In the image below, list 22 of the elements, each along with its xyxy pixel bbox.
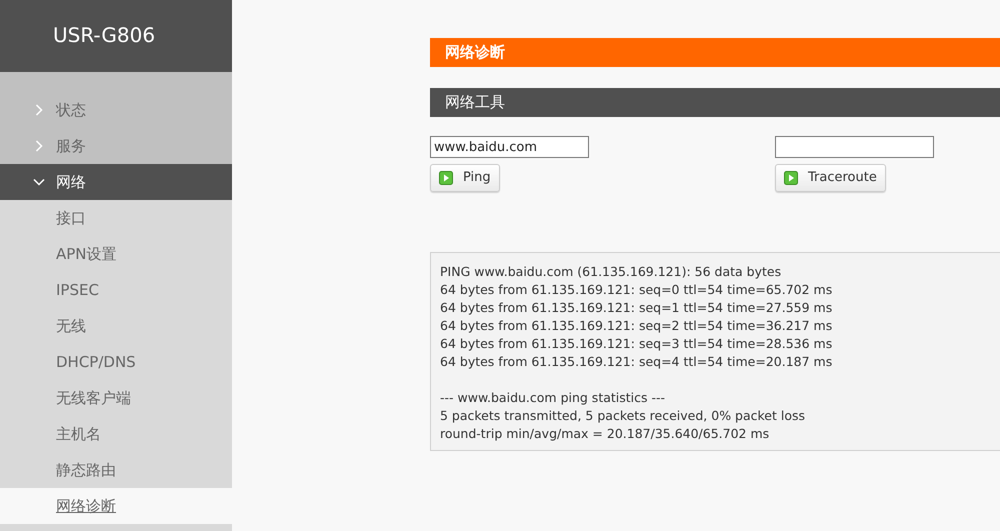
section-title: 网络工具: [445, 92, 505, 114]
play-icon: [784, 171, 798, 185]
traceroute-button[interactable]: Traceroute: [775, 164, 886, 192]
output-line: round-trip min/avg/max = 20.187/35.640/65.702 ms: [440, 425, 770, 443]
output-line: PING www.baidu.com (61.135.169.121): 56 data bytes: [440, 263, 782, 281]
menu-item[interactable]: 服务: [0, 128, 232, 164]
output-line: 64 bytes from 61.135.169.121: seq=4 ttl=54 time=20.187 ms: [440, 353, 832, 371]
output-line: 64 bytes from 61.135.169.121: seq=3 ttl=54 time=28.536 ms: [440, 335, 832, 353]
page-title: 网络诊断: [445, 42, 505, 64]
play-icon: [439, 171, 453, 185]
brand-title: USR-G806: [53, 22, 156, 49]
menu-item[interactable]: 网络: [0, 164, 232, 200]
host-input-field[interactable]: [775, 136, 934, 158]
output-line: --- www.baidu.com ping statistics ---: [440, 389, 666, 407]
output-line: 5 packets transmitted, 5 packets received, 0% packet loss: [440, 407, 806, 425]
host-input-field[interactable]: www.baidu.com: [430, 136, 589, 158]
output-line: 64 bytes from 61.135.169.121: seq=1 ttl=54 time=27.559 ms: [440, 299, 832, 317]
menu-item[interactable]: 状态: [0, 92, 232, 128]
submenu-item[interactable]: 网络诊断: [0, 488, 232, 524]
ping-button[interactable]: Ping: [430, 164, 500, 192]
output-line: 64 bytes from 61.135.169.121: seq=2 ttl=54 time=36.217 ms: [440, 317, 832, 335]
output-line: 64 bytes from 61.135.169.121: seq=0 ttl=54 time=65.702 ms: [440, 281, 832, 299]
